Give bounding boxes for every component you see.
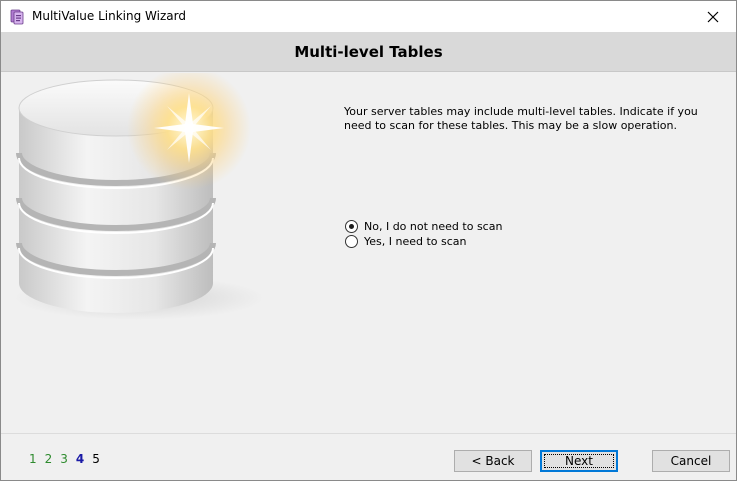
- radio-scan-label[interactable]: Yes, I need to scan: [364, 235, 467, 248]
- step-1: 1: [29, 452, 37, 466]
- radio-button-unselected[interactable]: [345, 235, 358, 248]
- close-button[interactable]: [690, 1, 736, 32]
- instruction-text: Your server tables may include multi-lev…: [344, 105, 698, 132]
- window-title: MultiValue Linking Wizard: [32, 9, 186, 23]
- cancel-button[interactable]: Cancel: [652, 450, 730, 472]
- step-3: 3: [60, 452, 68, 466]
- header-band: Multi-level Tables: [1, 32, 736, 72]
- step-2: 2: [44, 452, 53, 466]
- close-icon: [707, 11, 719, 22]
- next-button[interactable]: Next: [540, 450, 618, 472]
- back-button-label: < Back: [471, 454, 515, 468]
- step-indicator: 1 2 3 4 5: [29, 452, 100, 466]
- radio-no-scan-label[interactable]: No, I do not need to scan: [364, 220, 502, 233]
- database-icon: [14, 73, 264, 320]
- radio-no-scan[interactable]: No, I do not need to scan: [345, 220, 502, 233]
- radio-button-selected[interactable]: [345, 220, 358, 233]
- step-4: 4: [75, 452, 85, 466]
- step-5: 5: [92, 452, 100, 466]
- cancel-button-label: Cancel: [670, 454, 712, 468]
- radio-scan[interactable]: Yes, I need to scan: [345, 235, 467, 248]
- focus-rect: [544, 454, 614, 468]
- title-bar: MultiValue Linking Wizard: [1, 1, 736, 32]
- footer-divider: [1, 433, 736, 434]
- back-button[interactable]: < Back: [454, 450, 532, 472]
- wizard-window: MultiValue Linking Wizard Multi-level Ta…: [0, 0, 737, 481]
- app-wizard-icon: [9, 8, 25, 25]
- page-title: Multi-level Tables: [294, 42, 443, 61]
